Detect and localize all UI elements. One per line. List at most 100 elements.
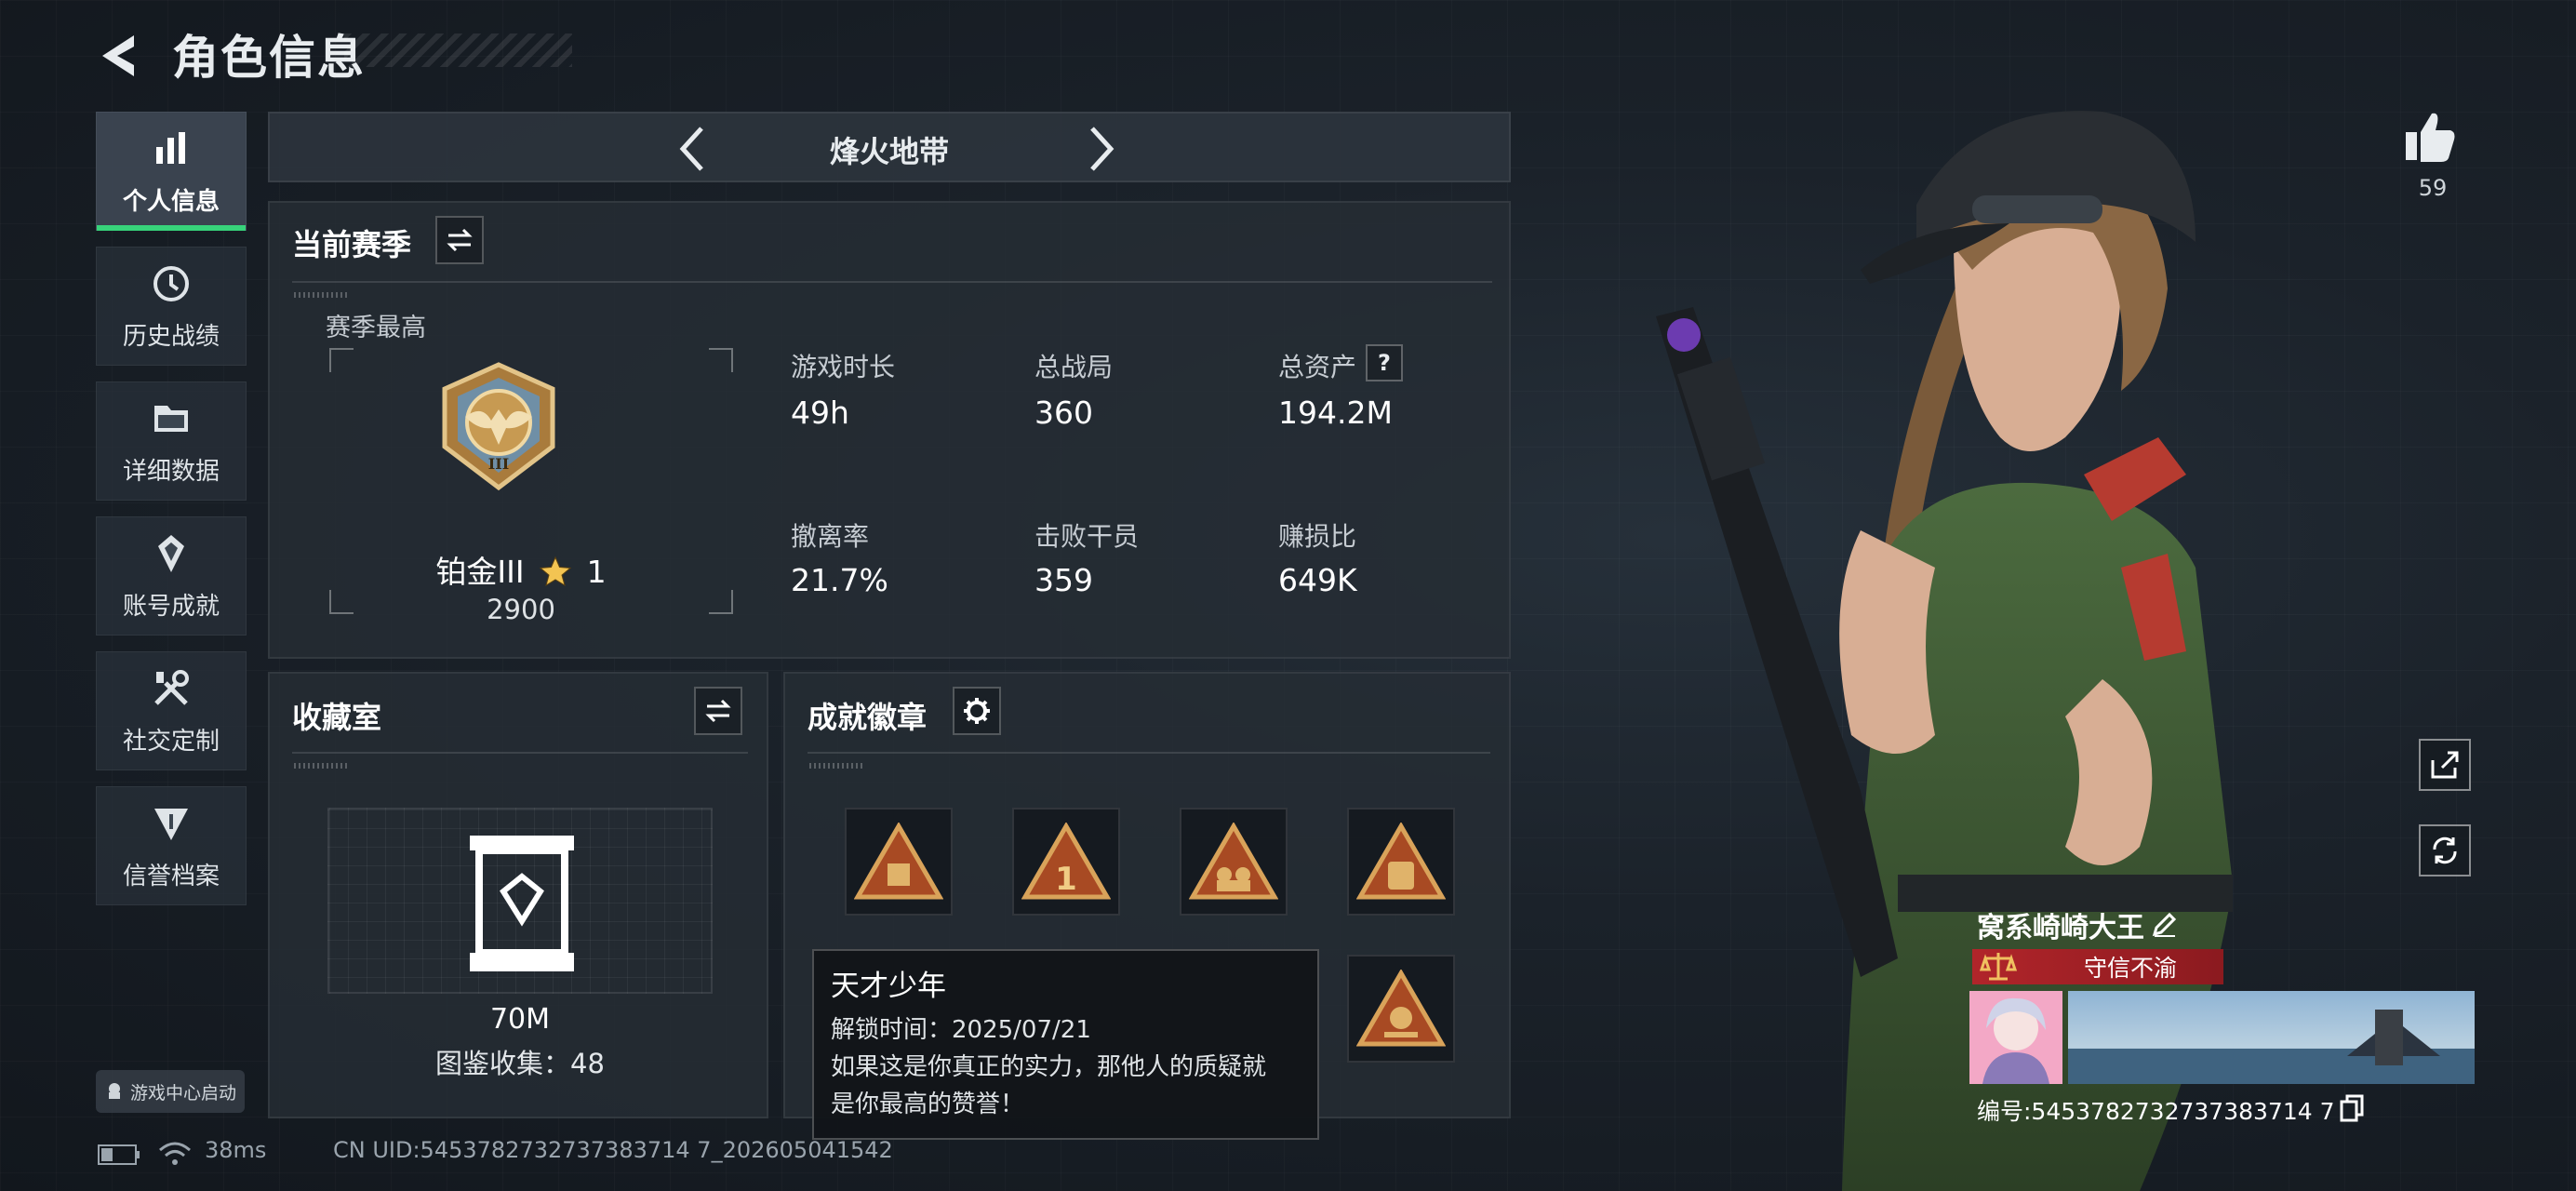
credit-text: 守信不渝 (2084, 955, 2178, 982)
sidebar-item-personal-info[interactable]: 个人信息 (96, 112, 247, 231)
achievement-badge[interactable] (1347, 955, 1455, 1063)
rank-name: 铂金III (435, 554, 525, 590)
stat-label-matches: 总战局 (1034, 352, 1114, 382)
collection-panel: 收藏室 70M 图鉴收集：48 (268, 672, 768, 1118)
stat-value-assets: 194.2M (1278, 395, 1393, 431)
stat-label-profit-ratio: 赚损比 (1278, 521, 1357, 552)
mode-selector: 烽火地带 (268, 112, 1511, 182)
bar-chart-icon (156, 131, 185, 164)
tools-icon (154, 669, 189, 705)
like-count: 59 (2418, 175, 2448, 201)
share-icon (2431, 751, 2459, 779)
page-title: 角色信息 (172, 31, 366, 85)
next-mode-chevron-icon[interactable] (1077, 123, 1124, 175)
profile-uid: 编号:5453782732737383714 7 (1977, 1098, 2335, 1125)
game-center-label: 游戏中心启动 (129, 1082, 236, 1104)
achievements-title: 成就徽章 (808, 700, 928, 735)
collection-display[interactable] (327, 808, 713, 994)
title-decoration (344, 33, 572, 67)
wifi-icon (159, 1142, 191, 1165)
badge-triangle-icon (854, 823, 943, 900)
stat-value-playtime: 49h (791, 395, 849, 431)
sidebar-item-label: 历史战绩 (122, 322, 220, 351)
sidebar-item-history[interactable]: 历史战绩 (96, 247, 247, 366)
thumbs-up-icon[interactable] (2402, 108, 2458, 164)
profile-banner-image (2068, 991, 2475, 1084)
rank-stars: 1 (586, 554, 607, 590)
stat-value-matches: 360 (1034, 395, 1093, 431)
vault-icon (470, 836, 574, 971)
frame-corner (709, 348, 733, 372)
rank-roman-text: III (488, 455, 509, 473)
stat-label-playtime: 游戏时长 (791, 352, 896, 382)
dots-decoration (294, 763, 350, 769)
stat-label-kills: 击败干员 (1034, 521, 1140, 552)
player-nickname: 窝系崎崎大王 (1977, 912, 2144, 944)
stat-value-profit-ratio: 649K (1278, 562, 1357, 598)
dots-decoration (809, 763, 865, 769)
tooltip-unlock-time: 解锁时间：2025/07/21 (831, 1016, 1091, 1044)
scales-icon (1980, 953, 2017, 981)
swap-icon (447, 228, 473, 252)
season-best-label: 赛季最高 (326, 314, 426, 342)
sidebar-item-achievements[interactable]: 账号成就 (96, 516, 247, 636)
rank-emblem-icon: III (442, 362, 555, 491)
achievement-tooltip: 天才少年 解锁时间：2025/07/21 如果这是你真正的实力，那他人的质疑就 … (812, 949, 1319, 1140)
ping-text: 38ms (205, 1137, 267, 1163)
achievements-divider (808, 752, 1490, 754)
badge-triangle-icon (1356, 823, 1446, 900)
folder-icon (154, 405, 188, 432)
back-arrow-icon[interactable] (93, 28, 149, 84)
refresh-button[interactable] (2419, 824, 2471, 877)
achievement-icon (158, 534, 184, 572)
mode-title: 烽火地带 (829, 134, 949, 169)
achievement-badge[interactable] (845, 808, 953, 916)
stat-value-extraction-rate: 21.7% (791, 562, 888, 598)
badge-glyph: 1 (1055, 861, 1077, 898)
stat-label-assets: 总资产 (1278, 352, 1357, 382)
share-button[interactable] (2419, 739, 2471, 791)
achievements-settings-button[interactable] (953, 687, 1001, 735)
collection-value: 70M (489, 1003, 551, 1036)
star-icon (539, 555, 572, 587)
swap-icon (705, 699, 731, 723)
avatar[interactable] (1969, 991, 2062, 1084)
season-panel: 当前赛季 赛季最高 III 铂金III 1 2900 游戏时长 49h 总战局 … (268, 201, 1511, 659)
frame-corner (329, 348, 354, 372)
badge-triangle-icon (1356, 970, 1446, 1047)
season-switch-button[interactable] (435, 216, 484, 264)
sidebar-item-credit[interactable]: 信誉档案 (96, 786, 247, 905)
game-center-button[interactable]: 游戏中心启动 (96, 1070, 245, 1113)
credit-badge: 守信不渝 (1972, 949, 2223, 984)
achievement-badge[interactable] (1347, 808, 1455, 916)
assets-help-button[interactable]: ? (1366, 344, 1403, 381)
achievement-badge[interactable] (1180, 808, 1288, 916)
uid-text: CN UID:5453782732737383714 7_20260504154… (333, 1137, 893, 1163)
history-icon (153, 265, 189, 301)
copy-icon[interactable] (2340, 1094, 2364, 1122)
sidebar-item-label: 社交定制 (122, 727, 220, 756)
battery-icon (98, 1144, 140, 1165)
season-title: 当前赛季 (292, 227, 412, 262)
sidebar-item-label: 账号成就 (122, 592, 220, 621)
edit-pencil-icon[interactable] (2151, 910, 2179, 938)
dots-decoration (294, 292, 350, 298)
sidebar-item-label: 详细数据 (122, 457, 220, 486)
sidebar-item-social[interactable]: 社交定制 (96, 651, 247, 770)
tooltip-desc-line2: 是你最高的赞誉！ (831, 1091, 1025, 1118)
badge-triangle-icon (1189, 823, 1278, 900)
achievement-badge[interactable]: 1 (1012, 808, 1120, 916)
tooltip-title: 天才少年 (831, 970, 946, 1003)
collection-switch-button[interactable] (694, 687, 742, 735)
collection-dex: 图鉴收集：48 (435, 1048, 605, 1079)
refresh-icon (2433, 836, 2457, 864)
credit-shield-icon (154, 808, 188, 840)
tooltip-desc-line1: 如果这是你真正的实力，那他人的质疑就 (831, 1053, 1267, 1081)
collection-divider (292, 752, 748, 754)
collection-title: 收藏室 (292, 700, 382, 735)
gear-icon (964, 698, 990, 724)
sidebar-item-details[interactable]: 详细数据 (96, 381, 247, 501)
stat-label-extraction-rate: 撤离率 (791, 521, 870, 552)
sidebar-item-label: 信誉档案 (122, 862, 220, 890)
season-divider (292, 281, 1492, 283)
